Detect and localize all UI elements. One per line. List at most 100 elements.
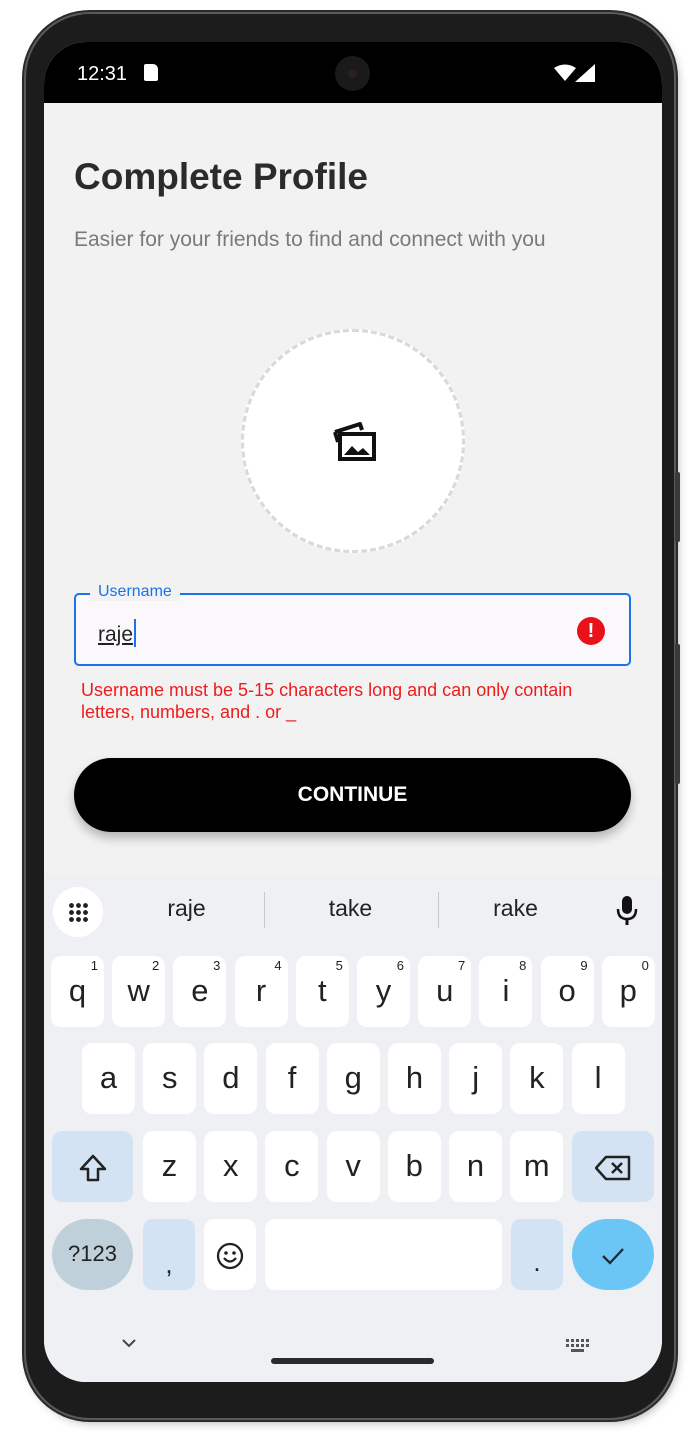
key-m[interactable]: m xyxy=(510,1131,564,1202)
key-label: u xyxy=(436,973,454,1008)
key-label: y xyxy=(375,973,392,1008)
keyboard-menu-button[interactable] xyxy=(53,887,103,937)
backspace-key[interactable] xyxy=(572,1131,654,1202)
key-label: m xyxy=(523,1148,550,1183)
key-r[interactable]: r4 xyxy=(234,956,288,1027)
key-a[interactable]: a xyxy=(82,1043,135,1114)
key-u[interactable]: u7 xyxy=(418,956,472,1027)
period-label: . xyxy=(533,1247,541,1277)
key-p[interactable]: p0 xyxy=(601,956,655,1027)
key-hint: 9 xyxy=(580,958,588,973)
key-label: c xyxy=(284,1148,300,1183)
mic-icon[interactable] xyxy=(616,895,638,927)
keyboard: raje take rake ?123 , . q 1 w 2 e 3 r 4 … xyxy=(44,875,662,1382)
suggestion-divider xyxy=(264,892,265,928)
suggestion-2[interactable]: take xyxy=(298,895,403,922)
key-label: t xyxy=(317,973,327,1008)
key-g[interactable]: g xyxy=(326,1043,380,1114)
suggestion-divider xyxy=(438,892,439,928)
key-label: z xyxy=(161,1148,178,1183)
checkmark-icon xyxy=(602,1248,624,1265)
hide-keyboard-icon[interactable] xyxy=(120,1337,138,1349)
comma-label: , xyxy=(165,1249,173,1279)
key-v[interactable]: v xyxy=(326,1131,380,1202)
key-label: v xyxy=(345,1148,361,1183)
key-x[interactable]: x xyxy=(204,1131,258,1202)
avatar-picker[interactable] xyxy=(241,329,465,553)
key-label: x xyxy=(222,1148,239,1183)
key-i[interactable]: i8 xyxy=(479,956,533,1027)
key-y[interactable]: y6 xyxy=(357,956,410,1027)
key-label: a xyxy=(99,1060,118,1095)
key-hint: 0 xyxy=(641,958,649,973)
key-label: l xyxy=(594,1060,602,1095)
key-label: g xyxy=(344,1060,362,1095)
suggestion-3[interactable]: rake xyxy=(463,895,568,922)
space-key[interactable] xyxy=(265,1219,502,1290)
key-t[interactable]: t5 xyxy=(295,956,349,1027)
key-l[interactable]: l xyxy=(571,1043,625,1114)
key-e[interactable]: e3 xyxy=(173,956,227,1027)
key-label: f xyxy=(287,1060,297,1095)
wifi-icon xyxy=(554,64,576,81)
key-hint: 4 xyxy=(274,958,282,973)
screen: 12:31 Complete Profile Easier for your f… xyxy=(44,42,662,1382)
shift-key[interactable] xyxy=(52,1131,133,1202)
key-label: w xyxy=(127,973,150,1008)
text-caret xyxy=(134,619,137,647)
grid-icon xyxy=(68,902,88,922)
username-label: Username xyxy=(90,583,180,601)
backspace-icon xyxy=(594,1155,631,1181)
status-time: 12:31 xyxy=(77,63,128,85)
emoji-icon xyxy=(216,1242,244,1269)
key-hint: 5 xyxy=(335,958,343,973)
key-hint: 7 xyxy=(457,958,466,973)
sd-card-icon xyxy=(144,64,158,81)
key-label: j xyxy=(472,1060,480,1095)
key-f[interactable]: f xyxy=(265,1043,319,1114)
key-hint: 6 xyxy=(396,958,404,973)
page-title: Complete Profile xyxy=(74,156,368,197)
emoji-key[interactable] xyxy=(204,1219,256,1290)
signal-icon xyxy=(575,64,595,82)
key-j[interactable]: j xyxy=(449,1043,503,1114)
username-input[interactable]: raje xyxy=(98,619,137,647)
key-label: s xyxy=(161,1060,178,1095)
username-error: Username must be 5-15 characters long an… xyxy=(81,680,573,722)
continue-button[interactable]: CONTINUE xyxy=(74,758,631,832)
key-label: i xyxy=(502,973,510,1008)
key-label: k xyxy=(529,1060,545,1095)
key-o[interactable]: o9 xyxy=(540,956,594,1027)
key-k[interactable]: k xyxy=(510,1043,564,1114)
page-subtitle: Easier for your friends to find and conn… xyxy=(74,228,546,251)
key-label: d xyxy=(222,1060,240,1095)
key-w[interactable]: w2 xyxy=(112,956,166,1027)
key-hint: 3 xyxy=(213,958,221,973)
key-q[interactable]: q1 xyxy=(51,956,104,1027)
key-h[interactable]: h xyxy=(388,1043,441,1114)
key-d[interactable]: d xyxy=(204,1043,258,1114)
key-label: h xyxy=(405,1060,424,1095)
period-key[interactable]: . xyxy=(511,1219,563,1290)
status-bar: 12:31 xyxy=(44,42,662,103)
symbols-key[interactable]: ?123 xyxy=(52,1219,133,1290)
key-c[interactable]: c xyxy=(265,1131,319,1202)
suggestion-1[interactable]: raje xyxy=(134,895,239,922)
key-b[interactable]: b xyxy=(387,1131,441,1202)
keyboard-switch-icon[interactable] xyxy=(566,1339,590,1353)
key-hint: 8 xyxy=(519,958,527,973)
key-n[interactable]: n xyxy=(449,1131,502,1202)
comma-key[interactable]: , xyxy=(143,1219,195,1290)
key-label: n xyxy=(466,1148,485,1183)
enter-key[interactable] xyxy=(572,1219,654,1290)
front-camera xyxy=(335,56,370,91)
shift-icon xyxy=(79,1154,106,1182)
navigation-handle[interactable] xyxy=(271,1358,434,1364)
username-value: raje xyxy=(98,623,134,646)
key-s[interactable]: s xyxy=(143,1043,197,1114)
username-field[interactable]: Username raje ! xyxy=(74,583,631,666)
key-label: b xyxy=(405,1148,423,1183)
key-label: o xyxy=(558,973,576,1008)
key-z[interactable]: z xyxy=(143,1131,196,1202)
key-label: r xyxy=(255,973,267,1008)
